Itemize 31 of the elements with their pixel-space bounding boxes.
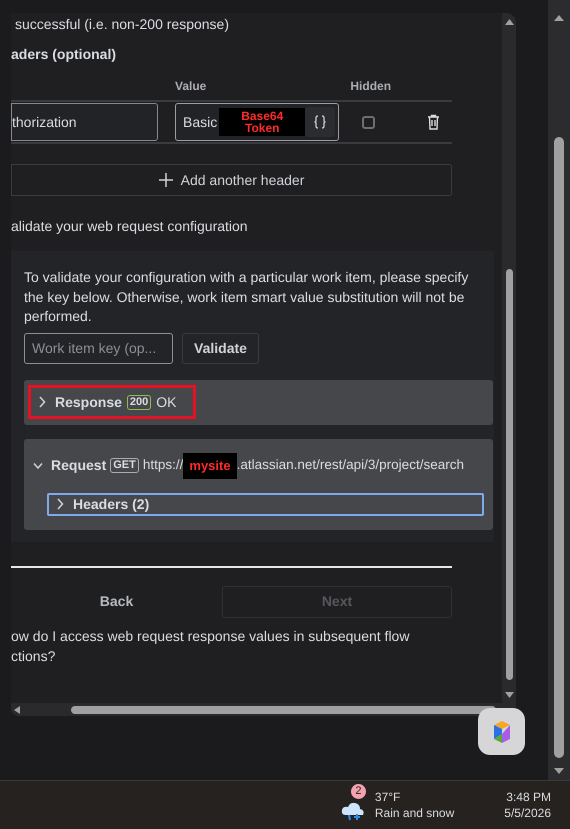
column-header: Hidden [350, 78, 392, 91]
method-tag: GET [110, 458, 139, 473]
request-label: Request [51, 456, 106, 475]
section-title: aders (optional) [11, 45, 118, 64]
validate-button[interactable]: Validate [182, 332, 259, 364]
url-text: .atlassian.net/rest/api/3/project/search [236, 456, 464, 474]
notification-badge: 2 [350, 784, 366, 799]
header-value-field[interactable]: Basic Base64 Token [175, 103, 339, 141]
intro-text: successful (i.e. non-200 response) [15, 15, 230, 34]
work-item-key-field[interactable]: Work item key (op... [24, 332, 173, 364]
headers-label: Headers (2) [73, 494, 150, 514]
section-title: alidate your web request configuration [11, 217, 249, 236]
redaction-label: Base64 Token [219, 108, 306, 136]
status-code: 200 [126, 394, 152, 410]
back-button[interactable]: Back [11, 586, 222, 618]
clock-date: 5/5/2026 [504, 805, 551, 821]
redaction-label: mysite [183, 452, 237, 478]
response-label: Response [55, 392, 122, 412]
clock-time: 3:48 PM [506, 789, 551, 805]
url-text: https:// [142, 456, 184, 474]
description-text: To validate your configuration with a particular work item, please specify the key below. Otherwise, work item smart value substitution will not be performed. [24, 268, 470, 326]
header-key-field[interactable]: thorization [11, 103, 158, 141]
status-text: OK [156, 392, 177, 412]
value-text: Basic [183, 112, 218, 132]
help-link[interactable]: ow do I access web request response values in subsequent flow ctions? [11, 626, 494, 666]
add-header-button[interactable]: Add another header [11, 164, 452, 196]
temperature-text: 37°F [374, 789, 402, 805]
response-bar[interactable]: Response 200 OK [24, 380, 493, 424]
headers-toggle[interactable]: Headers (2) [47, 492, 484, 516]
column-header: Value [175, 78, 206, 91]
weather-text: Rain and snow [374, 805, 454, 821]
